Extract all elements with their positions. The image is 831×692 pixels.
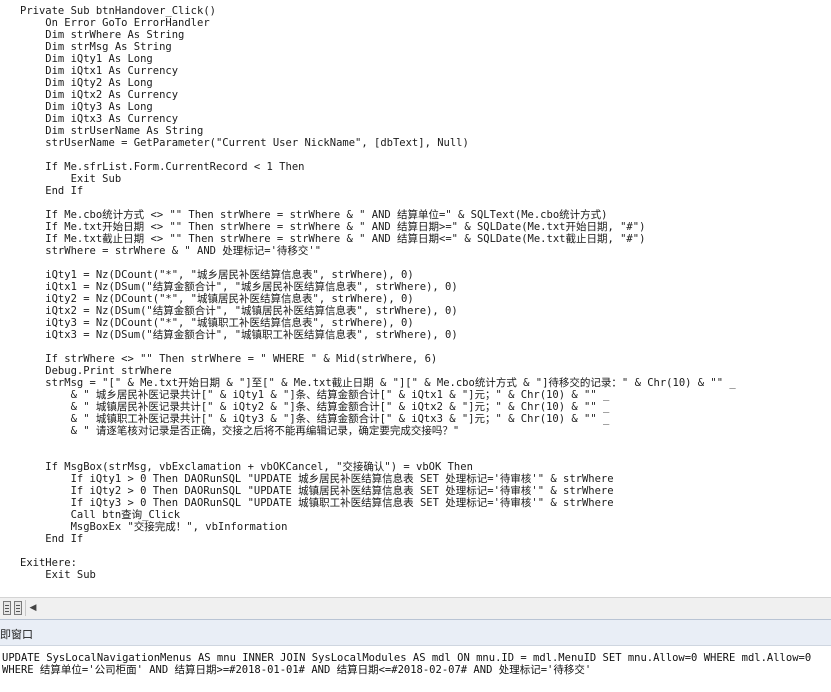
code-line[interactable]: If iQty2 > 0 Then DAORunSQL "UPDATE 城镇居民… bbox=[20, 485, 736, 497]
code-line[interactable]: If iQty1 > 0 Then DAORunSQL "UPDATE 城乡居民… bbox=[20, 473, 736, 485]
code-line[interactable]: MsgBoxEx "交接完成！", vbInformation bbox=[20, 521, 736, 533]
code-line[interactable]: Exit Sub bbox=[20, 569, 736, 581]
code-line[interactable]: strUserName = GetParameter("Current User… bbox=[20, 137, 736, 149]
code-line[interactable]: Dim strMsg As String bbox=[20, 41, 736, 53]
code-line[interactable] bbox=[20, 545, 736, 557]
horizontal-scrollbar-track[interactable] bbox=[42, 601, 831, 615]
code-line[interactable] bbox=[20, 341, 736, 353]
code-line[interactable]: iQty3 = Nz(DCount("*", "城镇职工补医结算信息表", st… bbox=[20, 317, 736, 329]
code-line[interactable]: strMsg = "[" & Me.txt开始日期 & "]至[" & Me.t… bbox=[20, 377, 735, 389]
code-line[interactable]: If Me.sfrList.Form.CurrentRecord < 1 The… bbox=[20, 161, 736, 173]
code-line[interactable]: If Me.cbo统计方式 <> "" Then strWhere = strW… bbox=[20, 209, 736, 221]
code-line[interactable]: Exit Sub bbox=[20, 173, 736, 185]
full-module-view-icon[interactable] bbox=[14, 601, 22, 615]
code-line[interactable]: strWhere = strWhere & " AND 处理标记='待移交'" bbox=[20, 245, 736, 257]
code-line[interactable]: iQtx2 = Nz(DSum("结算金额合计", "城镇居民补医结算信息表",… bbox=[20, 305, 736, 317]
code-text[interactable]: Private Sub btnHandover_Click() On Error… bbox=[20, 5, 736, 581]
code-line[interactable]: & " 城乡居民补医记录共计[" & iQty1 & "]条、结算金额合计[" … bbox=[20, 389, 736, 401]
code-line[interactable]: If Me.txt截止日期 <> "" Then strWhere = strW… bbox=[20, 233, 736, 245]
code-line[interactable]: End If bbox=[20, 185, 736, 197]
code-line[interactable]: Dim iQty3 As Long bbox=[20, 101, 736, 113]
code-line[interactable]: iQty2 = Nz(DCount("*", "城镇居民补医结算信息表", st… bbox=[20, 293, 736, 305]
code-line[interactable] bbox=[20, 449, 736, 461]
code-line[interactable]: If MsgBox(strMsg, vbExclamation + vbOKCa… bbox=[20, 461, 736, 473]
code-line[interactable] bbox=[20, 197, 736, 209]
code-line[interactable]: On Error GoTo ErrorHandler bbox=[20, 17, 736, 29]
code-line[interactable]: & " 城镇居民补医记录共计[" & iQty2 & "]条、结算金额合计[" … bbox=[20, 401, 736, 413]
code-line[interactable]: iQty1 = Nz(DCount("*", "城乡居民补医结算信息表", st… bbox=[20, 269, 736, 281]
code-line[interactable]: ExitHere: bbox=[20, 557, 736, 569]
code-line[interactable]: Dim iQtx2 As Currency bbox=[20, 89, 736, 101]
code-line[interactable]: Dim strWhere As String bbox=[20, 29, 736, 41]
code-editor[interactable]: Private Sub btnHandover_Click() On Error… bbox=[0, 0, 831, 597]
code-line[interactable]: Dim iQtx3 As Currency bbox=[20, 113, 736, 125]
immediate-window-text[interactable]: UPDATE SysLocalNavigationMenus AS mnu IN… bbox=[2, 652, 811, 676]
code-line[interactable]: Dim iQty2 As Long bbox=[20, 77, 736, 89]
code-line[interactable]: Call btn查询_Click bbox=[20, 509, 736, 521]
immediate-window-titlebar[interactable]: 即窗口 bbox=[0, 619, 831, 646]
scroll-left-arrow-icon[interactable]: ◀ bbox=[25, 600, 40, 616]
immediate-window[interactable]: UPDATE SysLocalNavigationMenus AS mnu IN… bbox=[0, 646, 831, 692]
code-line[interactable]: End If bbox=[20, 533, 736, 545]
immediate-line[interactable]: WHERE 结算单位='公司柜面' AND 结算日期>=#2018-01-01#… bbox=[2, 664, 811, 676]
code-line[interactable] bbox=[20, 257, 736, 269]
code-line[interactable]: & " 城镇职工补医记录共计[" & iQty3 & "]条、结算金额合计[" … bbox=[20, 413, 736, 425]
immediate-window-title: 即窗口 bbox=[0, 628, 33, 641]
code-line[interactable] bbox=[20, 149, 736, 161]
code-line[interactable]: Dim strUserName As String bbox=[20, 125, 736, 137]
code-line[interactable]: Dim iQtx1 As Currency bbox=[20, 65, 736, 77]
code-line[interactable] bbox=[20, 437, 736, 449]
procedure-view-icon[interactable] bbox=[3, 601, 11, 615]
code-line[interactable]: If iQty3 > 0 Then DAORunSQL "UPDATE 城镇职工… bbox=[20, 497, 736, 509]
code-line[interactable]: Dim iQty1 As Long bbox=[20, 53, 736, 65]
code-line[interactable]: If strWhere <> "" Then strWhere = " WHER… bbox=[20, 353, 736, 365]
code-line[interactable]: iQtx1 = Nz(DSum("结算金额合计", "城乡居民补医结算信息表",… bbox=[20, 281, 736, 293]
code-line[interactable]: If Me.txt开始日期 <> "" Then strWhere = strW… bbox=[20, 221, 736, 233]
code-line[interactable]: & " 请逐笔核对记录是否正确，交接之后将不能再编辑记录，确定要完成交接吗？" bbox=[20, 425, 736, 437]
horizontal-scrollbar-area: ◀ bbox=[0, 597, 831, 619]
code-line[interactable]: Debug.Print strWhere bbox=[20, 365, 736, 377]
code-line[interactable]: Private Sub btnHandover_Click() bbox=[20, 5, 736, 17]
code-line[interactable]: iQtx3 = Nz(DSum("结算金额合计", "城镇职工补医结算信息表",… bbox=[20, 329, 736, 341]
immediate-line[interactable]: UPDATE SysLocalNavigationMenus AS mnu IN… bbox=[2, 652, 811, 664]
